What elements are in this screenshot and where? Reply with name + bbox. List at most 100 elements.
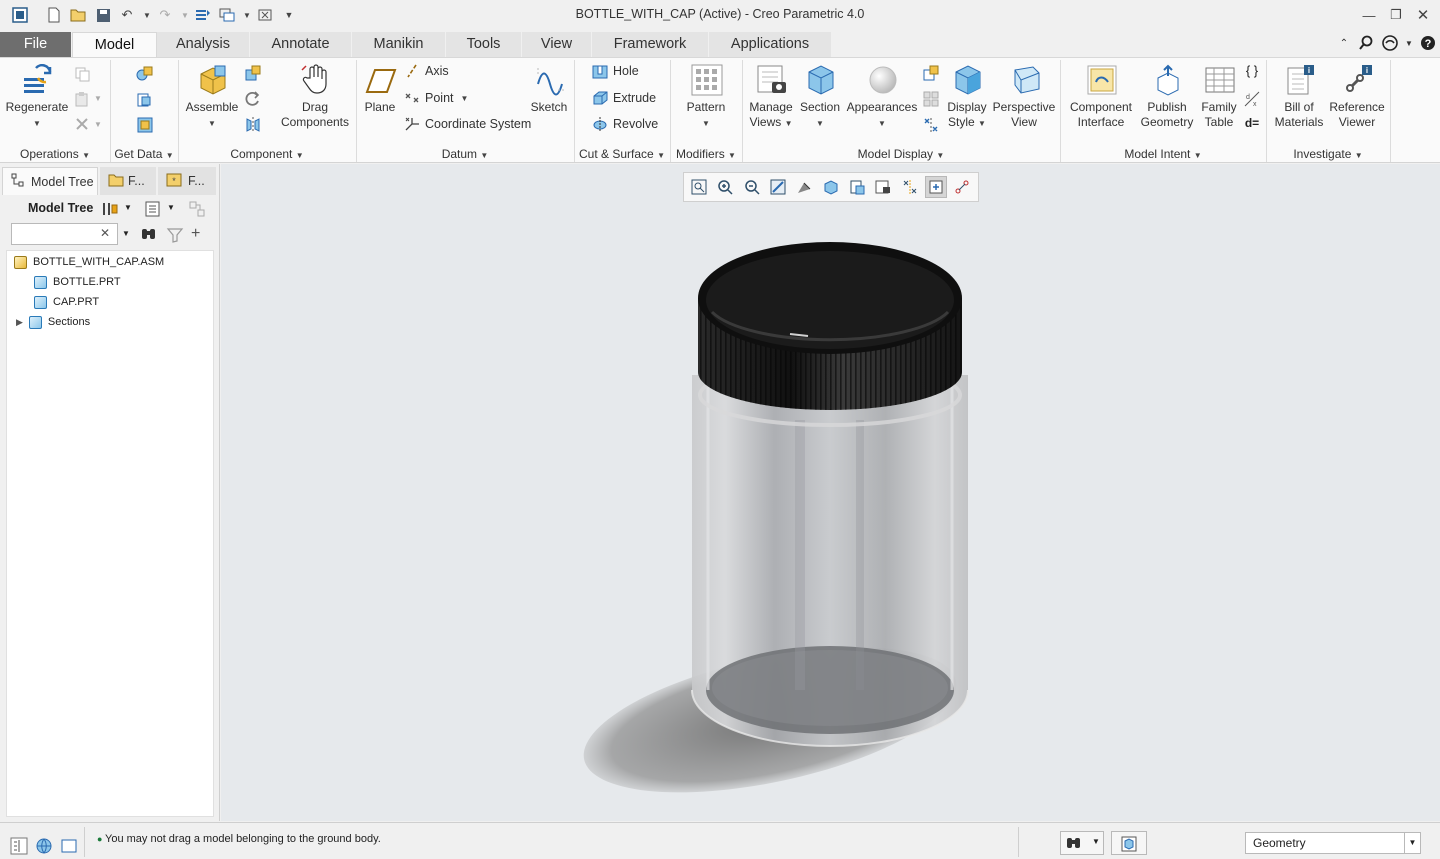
scenes-icon[interactable] <box>922 64 940 82</box>
clear-search-icon[interactable]: ✕ <box>100 226 118 244</box>
datum-display-icon[interactable] <box>922 116 940 134</box>
switch-dimensions-icon[interactable]: dx <box>1243 90 1261 108</box>
tab-view[interactable]: View <box>522 32 592 57</box>
manage-views-button[interactable]: Manage Views ▼ <box>746 64 796 131</box>
find-button[interactable]: ▼ <box>1060 831 1104 855</box>
tab-favorites[interactable]: * F... <box>158 167 216 195</box>
datum-display-filter-icon[interactable] <box>899 176 921 198</box>
delete-icon[interactable] <box>74 116 92 134</box>
annotation-display-icon[interactable] <box>952 176 974 198</box>
reference-viewer-button[interactable]: i Reference Viewer <box>1326 64 1388 130</box>
tab-tools[interactable]: Tools <box>446 32 522 57</box>
plane-button[interactable]: Plane <box>360 64 400 115</box>
minimize-icon[interactable]: — <box>1356 4 1382 26</box>
display-options-icon[interactable] <box>922 90 940 108</box>
full-screen-icon[interactable] <box>60 837 78 855</box>
tab-applications[interactable]: Applications <box>709 32 832 57</box>
tab-model-tree[interactable]: Model Tree <box>2 167 98 195</box>
hole-button[interactable]: Hole <box>592 61 639 81</box>
tree-settings-dropdown-icon[interactable]: ▼ <box>124 203 142 221</box>
repaint-icon[interactable] <box>767 176 789 198</box>
display-style-button[interactable]: Display Style ▼ <box>944 64 990 131</box>
perspective-view-button[interactable]: Perspective View <box>992 64 1056 130</box>
minimize-ribbon-icon[interactable]: ⌃ <box>1334 33 1354 53</box>
saved-orientations-icon[interactable] <box>846 176 868 198</box>
paste-icon[interactable] <box>74 91 92 109</box>
find-binoculars-icon[interactable] <box>140 226 158 244</box>
group-model-intent[interactable]: Model Intent ▼ <box>1060 145 1266 163</box>
community-icon[interactable] <box>1380 33 1400 53</box>
group-investigate[interactable]: Investigate ▼ <box>1266 145 1390 163</box>
zoom-out-icon[interactable] <box>741 176 763 198</box>
add-filter-icon[interactable]: + <box>191 225 209 243</box>
tab-framework[interactable]: Framework <box>592 32 709 57</box>
group-operations[interactable]: Operations ▼ <box>0 145 110 163</box>
copy-geometry-icon[interactable] <box>136 91 154 109</box>
publish-geometry-button[interactable]: Publish Geometry <box>1140 64 1194 130</box>
group-component[interactable]: Component ▼ <box>178 145 356 163</box>
find-dropdown-icon[interactable]: ▼ <box>1092 837 1100 846</box>
coordinate-system-button[interactable]: Coordinate System <box>404 114 531 134</box>
filter-icon[interactable] <box>166 226 184 244</box>
tab-annotate[interactable]: Annotate <box>250 32 352 57</box>
regenerate-dropdown-icon[interactable]: ▼ <box>33 116 41 131</box>
revolve-button[interactable]: Revolve <box>592 114 658 134</box>
tab-analysis[interactable]: Analysis <box>157 32 250 57</box>
extrude-button[interactable]: Extrude <box>592 88 656 108</box>
zoom-in-icon[interactable] <box>714 176 736 198</box>
tree-item-cap[interactable]: CAP.PRT <box>34 292 99 312</box>
tree-settings-icon[interactable] <box>101 200 119 218</box>
display-style-toolbar-icon[interactable] <box>820 176 842 198</box>
component-interface-button[interactable]: Component Interface <box>1064 64 1138 130</box>
refit-icon[interactable] <box>688 176 710 198</box>
shrinkwrap-icon[interactable] <box>136 116 154 134</box>
view-manager-icon[interactable] <box>873 176 895 198</box>
relations-icon[interactable]: d= <box>1243 116 1261 134</box>
expand-icon[interactable]: ▶ <box>16 317 23 328</box>
assemble-dropdown-icon[interactable]: ▼ <box>208 116 216 131</box>
section-dropdown-icon[interactable]: ▼ <box>816 116 824 131</box>
axis-button[interactable]: Axis <box>404 61 449 81</box>
mirror-component-icon[interactable] <box>244 116 262 134</box>
tree-item-sections[interactable]: ▶ Sections <box>16 312 90 332</box>
sketch-button[interactable]: Sketch <box>528 64 570 115</box>
drag-components-button[interactable]: Drag Components <box>278 64 352 130</box>
tab-folder-browser[interactable]: F... <box>100 167 156 195</box>
point-button[interactable]: Point ▼ <box>404 88 468 108</box>
filter-dropdown-icon[interactable]: ▼ <box>1404 833 1420 853</box>
repeat-icon[interactable] <box>244 90 262 108</box>
restore-icon[interactable]: ❐ <box>1383 4 1409 26</box>
tab-manikin[interactable]: Manikin <box>352 32 446 57</box>
graphics-window[interactable] <box>221 164 1440 821</box>
filter-settings-icon[interactable] <box>188 200 206 218</box>
group-get-data[interactable]: Get Data ▼ <box>110 145 178 163</box>
tree-item-assembly[interactable]: BOTTLE_WITH_CAP.ASM <box>14 252 164 272</box>
create-component-icon[interactable] <box>244 64 262 82</box>
parameters-icon[interactable]: { } <box>1243 63 1261 81</box>
show-icon[interactable] <box>144 200 162 218</box>
pattern-dropdown-icon[interactable]: ▼ <box>702 116 710 131</box>
group-cut-surface[interactable]: Cut & Surface ▼ <box>574 145 670 163</box>
assemble-button[interactable]: Assemble ▼ <box>184 64 240 131</box>
appearances-dropdown-icon[interactable]: ▼ <box>878 116 886 131</box>
family-table-button[interactable]: Family Table <box>1196 64 1242 130</box>
help-icon[interactable]: ? <box>1418 33 1438 53</box>
tab-file[interactable]: File <box>0 32 72 57</box>
close-icon[interactable]: ✕ <box>1410 4 1436 26</box>
bill-of-materials-button[interactable]: i Bill of Materials <box>1270 64 1328 130</box>
toggle-browser-icon[interactable] <box>35 837 53 855</box>
regenerate-button[interactable]: Regenerate ▼ <box>4 63 70 131</box>
toggle-navigator-icon[interactable] <box>10 837 28 855</box>
copy-icon[interactable] <box>74 66 92 84</box>
perspective-icon[interactable] <box>793 176 815 198</box>
bottle-with-cap-model[interactable] <box>221 164 1440 821</box>
group-modifiers[interactable]: Modifiers ▼ <box>670 145 742 163</box>
community-dropdown-icon[interactable]: ▼ <box>1399 33 1419 53</box>
show-dropdown-icon[interactable]: ▼ <box>167 203 185 221</box>
selection-mode-button[interactable] <box>1111 831 1147 855</box>
group-datum[interactable]: Datum ▼ <box>356 145 574 163</box>
pattern-button[interactable]: Pattern ▼ <box>678 64 734 131</box>
user-defined-feature-icon[interactable] <box>136 64 154 82</box>
drag-components-toolbar-icon[interactable] <box>925 176 948 198</box>
selection-filter-select[interactable]: Geometry ▼ <box>1245 832 1421 854</box>
